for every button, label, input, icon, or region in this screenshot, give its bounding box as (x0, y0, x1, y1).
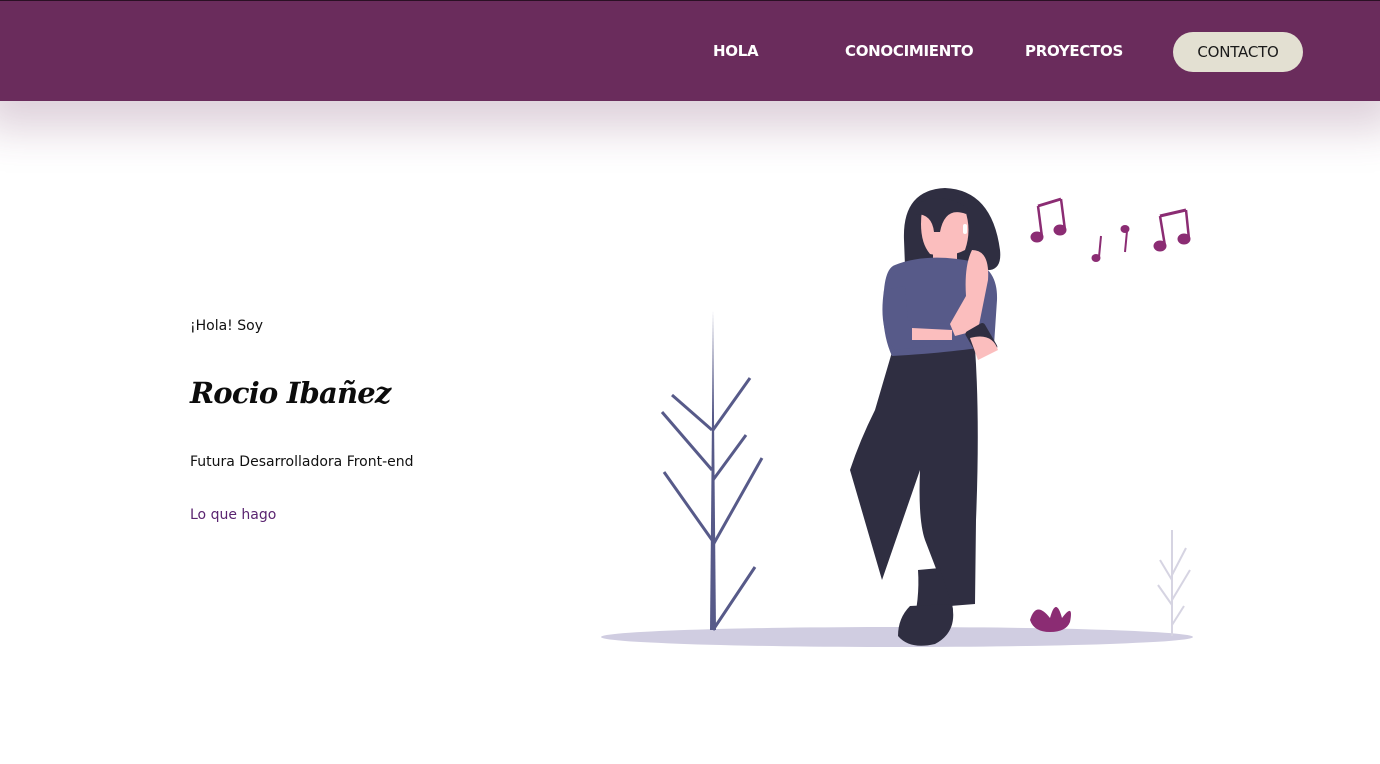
contact-button[interactable]: CONTACTO (1173, 32, 1303, 72)
nav-link-conocimiento[interactable]: CONOCIMIENTO (845, 42, 974, 60)
hero-role: Futura Desarrolladora Front-end (190, 454, 414, 470)
small-plant-icon (1157, 530, 1191, 636)
hero-illustration (601, 188, 1193, 647)
music-notes-icon (1030, 197, 1191, 262)
nav-link-proyectos[interactable]: PROYECTOS (1025, 42, 1123, 60)
what-i-do-link[interactable]: Lo que hago (190, 507, 276, 523)
nav-link-hola[interactable]: HOLA (713, 42, 759, 60)
hero-intro: ¡Hola! Soy (190, 318, 263, 334)
hero-name: Rocio Ibañez (190, 376, 391, 410)
navbar: HOLA CONOCIMIENTO PROYECTOS CONTACTO (0, 0, 1380, 101)
plant-icon (660, 310, 764, 631)
woman-listening-figure (850, 188, 1001, 646)
flower-icon (1030, 607, 1071, 632)
ground-shadow (601, 627, 1193, 647)
